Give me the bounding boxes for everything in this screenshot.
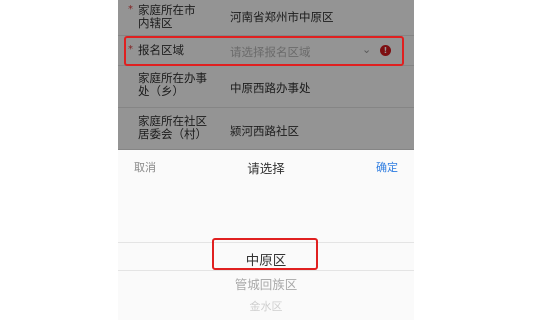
highlight-box-registration-area — [124, 36, 404, 66]
picker-title: 请选择 — [247, 161, 285, 176]
picker-option[interactable]: 金水区 — [118, 298, 414, 314]
confirm-button[interactable]: 确定 — [376, 159, 398, 175]
picker-top-fade — [118, 180, 414, 240]
modal-overlay[interactable] — [118, 0, 414, 150]
selection-line-bottom — [118, 270, 414, 271]
picker-option[interactable]: 管城回族区 — [118, 274, 414, 293]
highlight-box-selected-option — [212, 238, 318, 270]
